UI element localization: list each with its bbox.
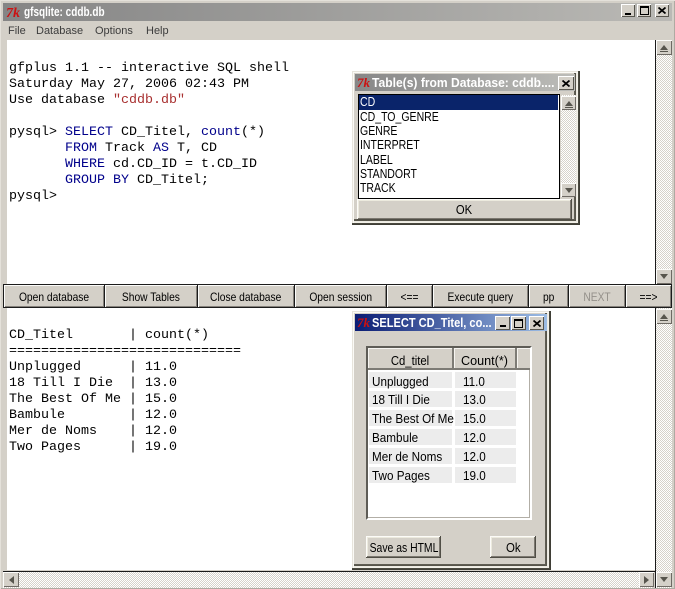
svg-text:7k: 7k bbox=[6, 6, 20, 19]
svg-text:7k: 7k bbox=[357, 76, 370, 89]
svg-text:7k: 7k bbox=[357, 316, 370, 329]
